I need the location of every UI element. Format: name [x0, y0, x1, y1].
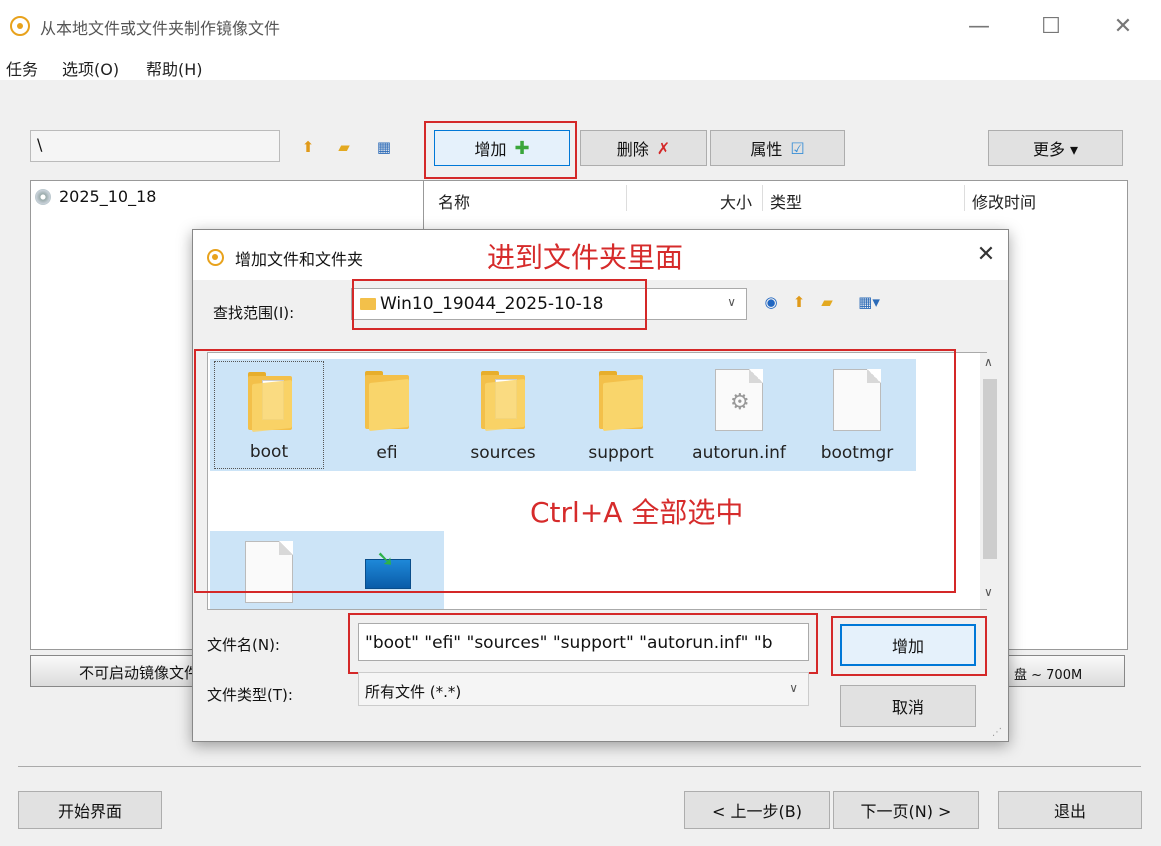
previous-button[interactable]: < 上一步(B): [684, 791, 830, 829]
scroll-up-icon[interactable]: ∧: [984, 355, 993, 369]
resize-grip-icon[interactable]: ⋰: [992, 727, 1002, 738]
chevron-down-icon: ∨: [727, 295, 736, 309]
properties-button-label: 属性: [750, 140, 783, 159]
filetype-value: 所有文件 (*.*): [365, 683, 462, 701]
maximize-button[interactable]: ☐: [1036, 12, 1066, 42]
filetype-label: 文件类型(T):: [207, 686, 293, 704]
annotation-box-lookin: [352, 279, 647, 330]
files-scrollbar[interactable]: ∧ ∨: [980, 353, 1000, 609]
properties-button[interactable]: 属性 ☑: [710, 130, 845, 166]
dialog-cancel-button[interactable]: 取消: [840, 685, 976, 727]
annotation-box-files: [194, 349, 956, 593]
col-modified[interactable]: 修改时间: [972, 189, 1036, 213]
col-type[interactable]: 类型: [770, 189, 802, 213]
dialog-disc-icon: [207, 249, 224, 266]
view-menu-icon[interactable]: ▦: [374, 137, 394, 157]
home-button[interactable]: 开始界面: [18, 791, 162, 829]
col-separator: [964, 185, 965, 211]
more-button[interactable]: 更多 ▾: [988, 130, 1123, 166]
delete-x-icon: ✗: [656, 138, 671, 158]
next-button[interactable]: 下一页(N) >: [833, 791, 979, 829]
properties-icon: ☑: [790, 138, 805, 158]
scroll-thumb[interactable]: [983, 379, 997, 559]
disk-size-combo[interactable]: 盘 ~ 700M: [995, 655, 1125, 687]
minimize-button[interactable]: —: [964, 12, 994, 42]
dialog-close-button[interactable]: ✕: [971, 242, 1001, 267]
menu-help[interactable]: 帮助(H): [146, 56, 203, 80]
up-folder-icon[interactable]: ⬆: [298, 137, 318, 157]
menu-bar: 任务 选项(O) 帮助(H): [0, 52, 1161, 80]
annotation-box-add: [424, 121, 577, 179]
annotation-box-filename: [348, 613, 818, 674]
delete-button-label: 删除: [616, 140, 649, 159]
tree-root-label[interactable]: 2025_10_18: [59, 187, 156, 206]
menu-options[interactable]: 选项(O): [62, 56, 119, 80]
boot-type-combo[interactable]: 不可启动镜像文件: [30, 655, 210, 687]
col-name[interactable]: 名称: [438, 189, 470, 213]
annotation-box-add-dialog: [831, 616, 987, 676]
scroll-down-icon[interactable]: ∨: [984, 585, 993, 599]
new-folder-icon[interactable]: ▰: [334, 137, 354, 157]
menu-task[interactable]: 任务: [6, 56, 38, 80]
up-folder-icon[interactable]: ⬆: [789, 292, 809, 312]
lookin-label: 查找范围(I):: [213, 304, 295, 322]
close-button[interactable]: ✕: [1108, 12, 1138, 42]
disc-icon: [35, 189, 51, 205]
app-disc-icon: [10, 16, 30, 36]
chevron-down-icon: ∨: [789, 681, 798, 695]
view-menu-icon[interactable]: ▦▾: [849, 292, 889, 312]
add-files-dialog: 增加文件和文件夹 ✕ 进到文件夹里面 查找范围(I): Win10_19044_…: [192, 229, 1009, 742]
bottom-separator: [18, 766, 1141, 767]
col-separator: [626, 185, 627, 211]
annotation-enter-folder: 进到文件夹里面: [487, 241, 684, 274]
path-input[interactable]: \: [30, 130, 280, 162]
col-separator: [762, 185, 763, 211]
delete-button[interactable]: 删除 ✗: [580, 130, 707, 166]
dialog-title: 增加文件和文件夹: [235, 250, 364, 269]
new-folder-icon[interactable]: ▰: [817, 292, 837, 312]
filetype-combo[interactable]: 所有文件 (*.*) ∨: [358, 672, 809, 706]
col-size[interactable]: 大小: [720, 189, 752, 213]
window-title: 从本地文件或文件夹制作镜像文件: [40, 19, 281, 38]
filename-label: 文件名(N):: [207, 636, 280, 654]
exit-button[interactable]: 退出: [998, 791, 1142, 829]
files-area: boot efi sources support ⚙ autorun.inf b…: [194, 349, 1000, 610]
back-icon[interactable]: ◉: [761, 292, 781, 312]
